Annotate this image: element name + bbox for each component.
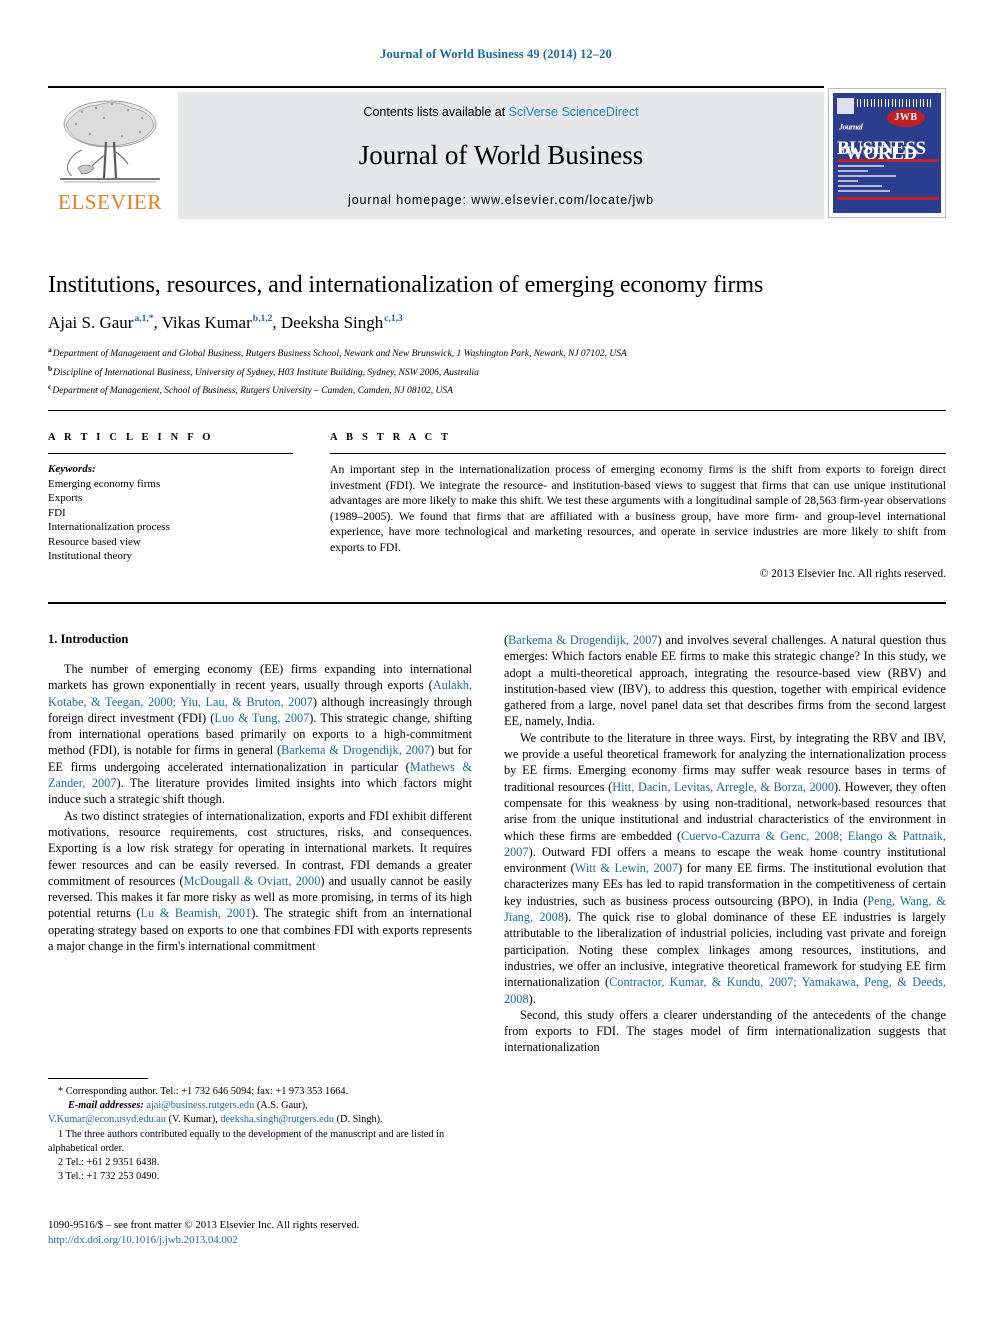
author-list: Ajai S. Gaura,1,*, Vikas Kumarb,1,2, Dee… xyxy=(48,313,403,332)
article-info-rule xyxy=(48,453,293,454)
elsevier-tree-icon xyxy=(52,94,168,186)
journal-banner: Contents lists available at SciVerse Sci… xyxy=(178,92,824,219)
info-band-top-rule xyxy=(48,410,946,411)
affiliation-text: Department of Management and Global Busi… xyxy=(52,349,627,360)
keyword-item: Resource based view xyxy=(48,535,141,548)
abstract-rule xyxy=(330,453,946,454)
affiliation-text: Department of Management, School of Busi… xyxy=(52,386,453,397)
author-name: Vikas Kumar xyxy=(161,313,252,332)
journal-homepage-link[interactable]: journal homepage: www.elsevier.com/locat… xyxy=(178,193,824,207)
imprint-copyright: 1090-9516/$ – see front matter © 2013 El… xyxy=(48,1219,360,1231)
paragraph: Second, this study offers a clearer unde… xyxy=(504,1007,946,1055)
abstract-heading: A B S T R A C T xyxy=(330,432,452,443)
footnote-3: 3 Tel.: +1 732 253 0490. xyxy=(58,1171,160,1183)
footnote-corresponding-author: * Corresponding author. Tel.: +1 732 646… xyxy=(58,1086,349,1097)
footnote-2: 2 Tel.: +61 2 9351 6438. xyxy=(58,1157,160,1169)
keyword-item: Emerging economy firms xyxy=(48,477,161,490)
footnotes: * Corresponding author. Tel.: +1 732 646… xyxy=(48,1078,488,1184)
masthead-top-rule xyxy=(48,86,824,88)
journal-masthead: ELSEVIER Contents lists available at Sci… xyxy=(48,86,946,219)
email-owner: (D. Singh). xyxy=(336,1114,383,1126)
email-link[interactable]: ajai@business.rutgers.edu xyxy=(146,1100,254,1111)
author-affiliation-marker: b,1,2 xyxy=(252,314,273,325)
paragraph: (Barkema & Drogendijk, 2007) and involve… xyxy=(504,633,946,729)
article-info-heading: A R T I C L E I N F O xyxy=(48,432,214,443)
cover-red-rule-top xyxy=(837,159,939,162)
running-head: Journal of World Business 49 (2014) 12–2… xyxy=(380,47,612,61)
paragraph: The number of emerging economy (EE) firm… xyxy=(48,662,473,807)
keywords-label: Keywords: xyxy=(48,463,96,475)
affiliation-item: bDiscipline of International Business, U… xyxy=(48,362,948,381)
email-link[interactable]: deeksha.singh@rutgers.edu xyxy=(220,1114,334,1125)
cover-header-bar xyxy=(857,99,933,107)
section-heading-introduction: 1. Introduction xyxy=(48,632,129,646)
abstract-copyright: © 2013 Elsevier Inc. All rights reserved… xyxy=(759,567,946,580)
page-title: Institutions, resources, and internation… xyxy=(48,272,764,298)
paragraph: As two distinct strategies of internatio… xyxy=(48,808,472,954)
body-column-left: 1. Introduction The number of emerging e… xyxy=(48,632,472,954)
footnote-emails-continued: V.Kumar@econ.usyd.edu.au (V. Kumar), dee… xyxy=(48,1113,488,1127)
keyword-item: Institutional theory xyxy=(48,550,133,562)
paper-page: Journal of World Business 49 (2014) 12–2… xyxy=(0,0,992,1323)
keyword-item: FDI xyxy=(48,506,66,519)
keyword-item: Internationalization process xyxy=(48,521,170,533)
cover-art: JWB Journal ofWORLD BUSINESS xyxy=(833,93,941,213)
email-link[interactable]: V.Kumar@econ.usyd.edu.au xyxy=(48,1114,166,1125)
author-affiliation-marker: a,1,* xyxy=(134,314,154,325)
author-name: Ajai S. Gaur xyxy=(48,313,134,332)
affiliation-item: cDepartment of Management, School of Bus… xyxy=(48,380,948,399)
footnote-rule xyxy=(48,1078,148,1079)
article-info-block: A R T I C L E I N F O Keywords: Emerging… xyxy=(48,432,293,564)
imprint-block: 1090-9516/$ – see front matter © 2013 El… xyxy=(48,1218,508,1248)
keyword-item: Exports xyxy=(48,492,83,504)
abstract-text: An important step in the internationaliz… xyxy=(330,463,946,554)
contents-prefix: Contents lists available at xyxy=(363,105,509,119)
elsevier-wordmark: ELSEVIER xyxy=(58,190,162,214)
affiliation-list: aDepartment of Management and Global Bus… xyxy=(48,343,948,399)
body-column-right: (Barkema & Drogendijk, 2007) and involve… xyxy=(504,632,946,1056)
cover-contents-lines xyxy=(838,165,908,195)
affiliation-item: aDepartment of Management and Global Bus… xyxy=(48,343,948,362)
paragraph: We contribute to the literature in three… xyxy=(504,730,947,1006)
email-owner: (V. Kumar), xyxy=(168,1114,218,1126)
author-affiliation-marker: c,1,3 xyxy=(384,314,403,325)
cover-issn-box xyxy=(837,98,854,114)
cover-title-line2: BUSINESS xyxy=(837,138,926,159)
footnote-1: 1 The three authors contributed equally … xyxy=(48,1128,445,1154)
affiliation-text: Discipline of International Business, Un… xyxy=(53,367,479,378)
journal-cover-thumbnail[interactable]: JWB Journal ofWORLD BUSINESS xyxy=(828,88,946,218)
email-addresses-label: E-mail addresses: xyxy=(68,1100,144,1112)
abstract-block: A B S T R A C T An important step in the… xyxy=(330,432,946,580)
author-name: Deeksha Singh xyxy=(280,313,384,332)
sciencedirect-link[interactable]: SciVerse ScienceDirect xyxy=(509,105,639,119)
cover-red-rule-bottom xyxy=(837,197,939,200)
elsevier-logo: ELSEVIER xyxy=(48,92,172,219)
contents-list-line: Contents lists available at SciVerse Sci… xyxy=(178,105,824,119)
journal-title: Journal of World Business xyxy=(358,140,644,170)
email-owner: (A.S. Gaur), xyxy=(256,1100,308,1112)
doi-link[interactable]: http://dx.doi.org/10.1016/j.jwb.2013.04.… xyxy=(48,1233,508,1248)
info-band-bottom-rule xyxy=(48,602,946,604)
footnote-emails: E-mail addresses: ajai@business.rutgers.… xyxy=(48,1099,488,1113)
